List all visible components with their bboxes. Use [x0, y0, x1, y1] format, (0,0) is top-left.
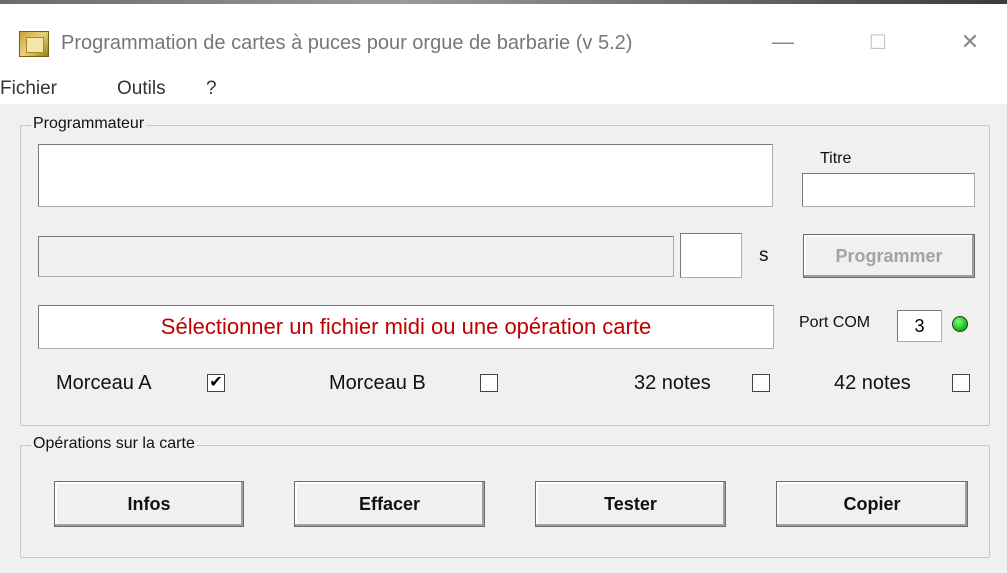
progress-field — [38, 236, 674, 277]
menu-outils[interactable]: Outils — [117, 78, 166, 100]
seconds-unit-label: s — [759, 245, 769, 266]
programmer-group-label: Programmateur — [31, 115, 147, 133]
minimize-button[interactable]: — — [760, 22, 806, 62]
morceau-a-checkbox[interactable]: ✔ — [207, 374, 225, 392]
status-field: Sélectionner un fichier midi ou une opér… — [38, 305, 774, 349]
copier-button[interactable]: Copier — [776, 481, 968, 527]
card-operations-group-label: Opérations sur la carte — [31, 435, 197, 453]
menu-bar: Fichier Outils ? — [0, 72, 1007, 104]
morceau-b-checkbox[interactable] — [480, 374, 498, 392]
32-notes-label: 32 notes — [634, 372, 711, 394]
window-title: Programmation de cartes à puces pour org… — [61, 32, 633, 54]
status-message: Sélectionner un fichier midi ou une opér… — [160, 314, 652, 339]
program-button[interactable]: Programmer — [803, 234, 975, 278]
effacer-button[interactable]: Effacer — [294, 481, 485, 527]
menu-help[interactable]: ? — [206, 78, 217, 100]
main-text-field[interactable] — [38, 144, 773, 207]
title-bar[interactable]: Programmation de cartes à puces pour org… — [0, 4, 1007, 72]
32-notes-checkbox[interactable] — [752, 374, 770, 392]
maximize-button[interactable]: ☐ — [855, 22, 901, 62]
title-input[interactable] — [802, 173, 975, 207]
port-com-label: Port COM — [799, 314, 871, 331]
tester-button[interactable]: Tester — [535, 481, 726, 527]
infos-button[interactable]: Infos — [54, 481, 244, 527]
42-notes-checkbox[interactable] — [952, 374, 970, 392]
close-button[interactable]: ✕ — [947, 22, 993, 62]
menu-fichier[interactable]: Fichier — [0, 78, 57, 100]
morceau-b-label: Morceau B — [329, 372, 426, 394]
title-label: Titre — [820, 150, 852, 167]
morceau-a-label: Morceau A — [56, 372, 152, 394]
42-notes-label: 42 notes — [834, 372, 911, 394]
app-card-icon — [19, 31, 49, 57]
seconds-field — [680, 233, 742, 278]
connection-led-icon — [952, 316, 968, 332]
port-com-input[interactable]: 3 — [897, 310, 942, 342]
